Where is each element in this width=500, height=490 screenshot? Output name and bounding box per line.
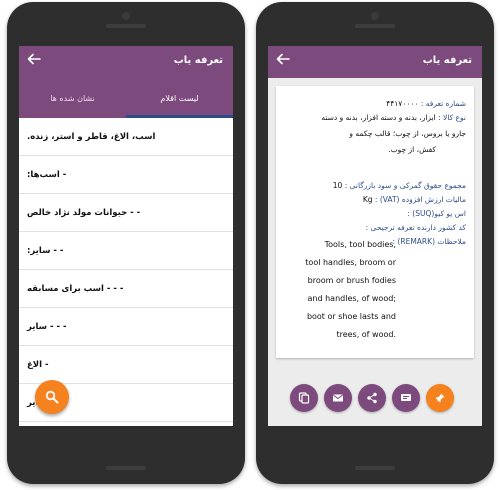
earpiece (106, 24, 146, 28)
goods-type-label: نوع کالا : (438, 113, 466, 122)
suq-label: اس یو کیو(SUQ) : (407, 209, 466, 218)
list-item[interactable]: - - سایر: (19, 232, 233, 270)
remark-label: ملاحظات (REMARK) : (392, 237, 466, 246)
vat-label: مالیات ارزش افزوده (VAT) : (374, 195, 466, 204)
tariff-number-label: شماره تعرفه : (420, 99, 466, 108)
goods-type-row-3: کفش، از چوب. (284, 144, 436, 155)
customs-duty-value: 10 (332, 181, 343, 190)
copy-icon (298, 392, 310, 404)
bottom-speaker (106, 466, 146, 470)
list-item[interactable]: - - حیوانات مولد نژاد خالص (19, 194, 233, 232)
goods-type-value: ابزار، بدنه و دسته افزار، بدنه و دسته (321, 113, 436, 122)
phone-right: تعرفه یاب شماره تعرفه : ۴۴۱۷۰۰۰۰ نوع کال… (256, 2, 494, 484)
tab-bar: لیست اقلام نشان شده ها (19, 78, 233, 118)
vat-value: Kg (362, 195, 373, 204)
preferential-country-row: کد کشور دارنده تعرفه ترجیحی : (284, 222, 466, 233)
email-button[interactable] (324, 384, 352, 412)
message-icon (401, 394, 411, 401)
list-item-text: - اسب‌ها: (27, 169, 67, 180)
list-item-text: اسب، الاغ، قاطر و استر، زنده. (27, 131, 156, 142)
list-item-text: - - سایر: (27, 245, 64, 256)
english-description-line: boot or shoe lasts and (306, 312, 396, 321)
screen-right: تعرفه یاب شماره تعرفه : ۴۴۱۷۰۰۰۰ نوع کال… (268, 46, 482, 426)
bookmark-pin-button[interactable] (426, 384, 454, 412)
english-description-line: and handles, of wood; (307, 294, 396, 303)
tab-items-list[interactable]: لیست اقلام (126, 78, 233, 118)
copy-button[interactable] (290, 384, 318, 412)
earpiece (355, 24, 395, 28)
back-arrow-icon[interactable] (276, 52, 294, 70)
app-title: تعرفه یاب (422, 55, 472, 66)
goods-type-value-line: کفش، از چوب. (388, 145, 436, 154)
list-item[interactable]: - اسب‌ها: (19, 156, 233, 194)
share-button[interactable] (358, 384, 386, 412)
goods-type-row: نوع کالا : ابزار، بدنه و دسته افزار، بدن… (284, 112, 466, 123)
search-icon (45, 390, 59, 404)
list-item-text: - - حیوانات مولد نژاد خالص (27, 207, 141, 218)
preferential-country-label: کد کشور دارنده تعرفه ترجیحی : (365, 223, 466, 232)
phone-left: تعرفه یاب لیست اقلام نشان شده ها اسب، ال… (7, 2, 245, 484)
app-title: تعرفه یاب (173, 55, 223, 66)
tariff-number-row: شماره تعرفه : ۴۴۱۷۰۰۰۰ (284, 98, 466, 109)
list-item-text: - الاغ (27, 359, 49, 370)
customs-duty-row: مجموع حقوق گمرکی و سود بازرگانی : 10 (284, 180, 466, 191)
email-icon (333, 394, 343, 402)
english-description-line: trees, of wood. (336, 330, 396, 339)
sms-button[interactable] (392, 384, 420, 412)
screen-left: تعرفه یاب لیست اقلام نشان شده ها اسب، ال… (19, 46, 233, 426)
list-item[interactable]: - - - سایر (19, 308, 233, 346)
english-description-line: Tools, tool bodies, (324, 240, 396, 249)
list-item[interactable]: - - - اسب برای مسابقه (19, 270, 233, 308)
english-description-line: broom or brush fodies (307, 276, 396, 285)
list-item[interactable]: اسب، الاغ، قاطر و استر، زنده. (19, 118, 233, 156)
list-item-text: - - - سایر (27, 321, 67, 332)
share-icon (367, 392, 377, 404)
app-bar: تعرفه یاب (19, 46, 233, 78)
back-arrow-icon[interactable] (27, 52, 45, 70)
list-item-text: - - - اسب برای مسابقه (27, 283, 124, 294)
app-bar: تعرفه یاب (268, 46, 482, 78)
english-description-line: tool handles, broom or (305, 258, 396, 267)
goods-type-row-2: جارو یا بروس، از چوب؛ قالب چکمه و (284, 128, 466, 139)
tariff-number-value: ۴۴۱۷۰۰۰۰ (386, 99, 419, 108)
search-fab-button[interactable] (35, 380, 69, 414)
bottom-speaker (355, 466, 395, 470)
tab-bookmarked[interactable]: نشان شده ها (19, 78, 126, 118)
customs-duty-label: مجموع حقوق گمرکی و سود بازرگانی : (344, 181, 466, 190)
tariff-detail-card: شماره تعرفه : ۴۴۱۷۰۰۰۰ نوع کالا : ابزار،… (276, 86, 474, 358)
action-bar (268, 380, 482, 426)
vat-row: مالیات ارزش افزوده (VAT) : Kg (284, 194, 466, 205)
pin-icon (435, 393, 445, 403)
suq-row: اس یو کیو(SUQ) : (284, 208, 466, 219)
list-item[interactable]: - الاغ (19, 346, 233, 384)
screenshot-stage: تعرفه یاب لیست اقلام نشان شده ها اسب، ال… (0, 0, 500, 490)
goods-type-value-line: جارو یا بروس، از چوب؛ قالب چکمه و (349, 129, 466, 138)
